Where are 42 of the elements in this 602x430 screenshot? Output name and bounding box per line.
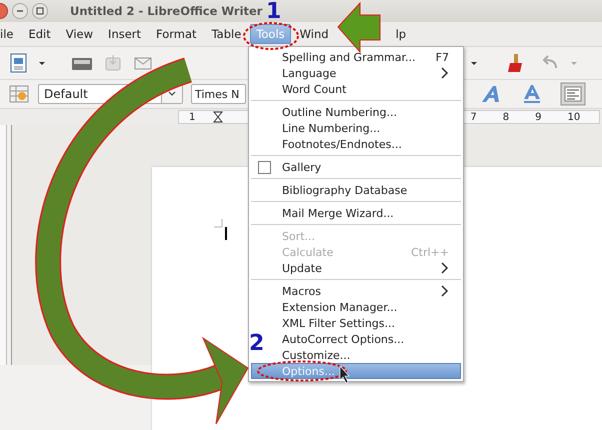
window-title: Untitled 2 - LibreOffice Writer — [70, 4, 262, 18]
menu-item[interactable]: Bibliography Database — [273, 182, 463, 198]
menu-item[interactable]: AutoCorrect Options... — [273, 331, 463, 347]
maximize-button[interactable] — [32, 3, 48, 19]
menu-item[interactable]: Language — [273, 65, 463, 81]
ruler-number: 1 — [189, 112, 196, 122]
ruler-number: 7 — [470, 112, 477, 122]
minimize-button[interactable] — [12, 3, 28, 19]
menu-item[interactable]: Macros — [273, 283, 463, 299]
text-cursor-icon — [214, 219, 228, 241]
menu-item[interactable]: Table — [206, 24, 248, 44]
menu-item[interactable]: Customize... — [273, 347, 463, 363]
menu-item[interactable]: XML Filter Settings... — [273, 315, 463, 331]
menu-item[interactable]: ile — [0, 24, 20, 44]
menu-item[interactable]: Word Count — [273, 81, 463, 97]
ruler-number: 9 — [535, 112, 542, 122]
step-number: 1 — [266, 1, 282, 23]
menu-item[interactable]: lp — [390, 24, 412, 44]
align-left-icon[interactable] — [560, 82, 586, 106]
menu-item[interactable]: Edit — [22, 24, 57, 44]
menu-item[interactable]: Extension Manager... — [273, 299, 463, 315]
checkbox[interactable] — [258, 161, 271, 174]
menu-item[interactable]: Wind — [294, 24, 335, 44]
highlight-ellipse — [243, 22, 299, 50]
left-arrow — [337, 2, 380, 54]
menu-item[interactable]: View — [60, 24, 100, 44]
menu-item[interactable]: Gallery — [273, 159, 463, 175]
menu-item[interactable]: Update — [273, 260, 463, 276]
menu-item[interactable]: Spelling and Grammar... F7 — [273, 49, 463, 65]
menu-item[interactable]: Mail Merge Wizard... — [273, 205, 463, 221]
step-number: 2 — [249, 333, 264, 355]
menu-item[interactable]: Outline Numbering... — [273, 104, 463, 120]
menu-item[interactable]: Format — [150, 24, 203, 44]
ruler-number: 10 — [568, 112, 580, 122]
menu-item[interactable]: Insert — [102, 24, 148, 44]
indent-marker-icon[interactable] — [213, 111, 224, 123]
menu-item[interactable]: Footnotes/Endnotes... — [273, 136, 463, 152]
maximize-icon — [36, 7, 44, 15]
ruler-number: 8 — [502, 112, 510, 122]
font-name-box[interactable]: Times N — [191, 84, 246, 104]
styles-icon[interactable] — [8, 83, 30, 105]
menu-item[interactable]: Line Numbering... — [273, 120, 463, 136]
